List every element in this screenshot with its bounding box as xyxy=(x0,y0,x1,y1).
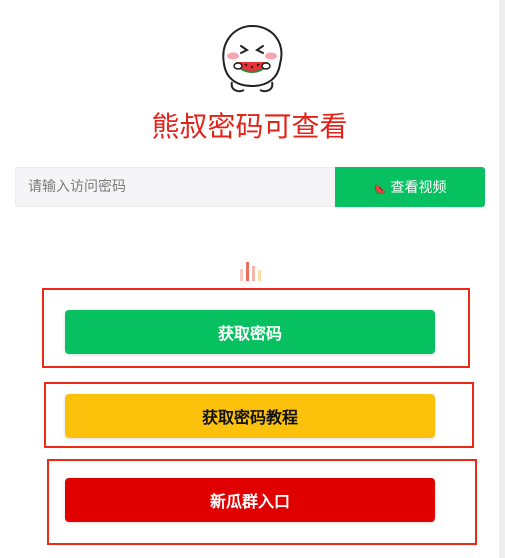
bar-loader-icon xyxy=(240,262,261,281)
password-tutorial-button[interactable]: 获取密码教程 xyxy=(65,394,435,438)
page-title: 熊叔密码可查看 xyxy=(151,110,348,143)
get-password-button[interactable]: 获取密码 xyxy=(65,310,435,354)
watermelon-icon xyxy=(374,184,386,194)
new-group-entry-button[interactable]: 新瓜群入口 xyxy=(65,478,435,522)
watch-video-label: 查看视频 xyxy=(390,180,447,196)
watermelon-bun-mascot-icon xyxy=(222,24,283,93)
scrollbar[interactable] xyxy=(499,0,505,558)
password-input[interactable] xyxy=(15,167,335,207)
watch-video-button[interactable]: 查看视频 xyxy=(335,167,485,207)
